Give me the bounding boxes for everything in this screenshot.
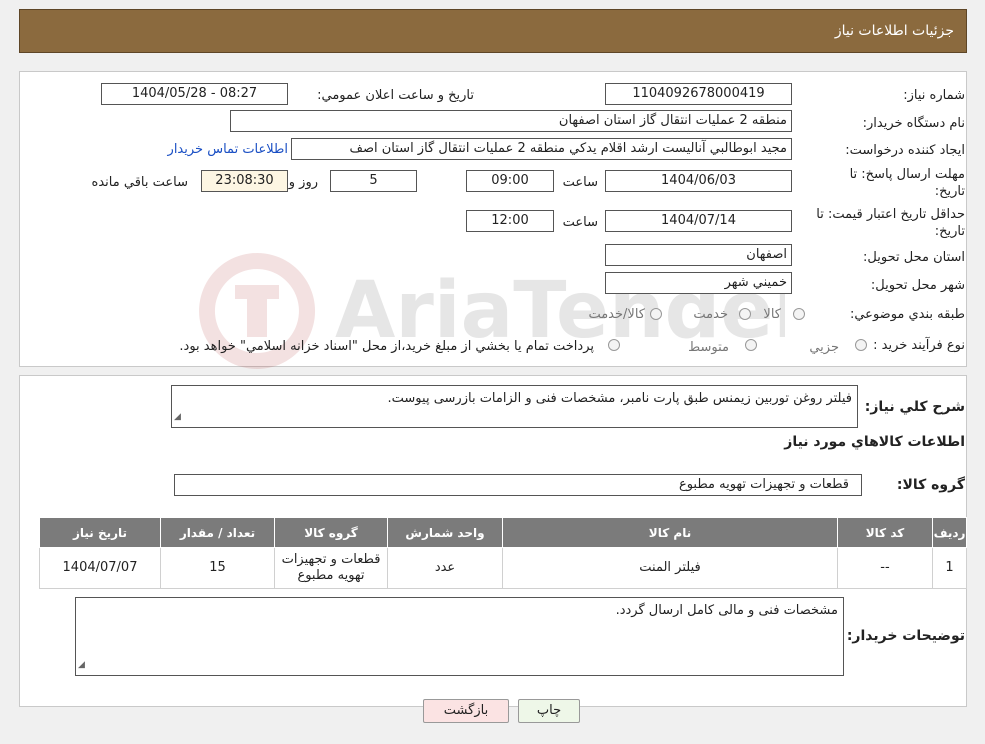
process-radio-treasury[interactable] [608, 339, 620, 351]
col-header-row-number: رديف [932, 517, 967, 548]
cell-need-date: 1404/07/07 [39, 547, 161, 589]
cell-quantity: 15 [160, 547, 275, 589]
deadline-time-field: 09:00 [466, 170, 554, 192]
days-field: 5 [330, 170, 417, 192]
items-table: رديف كد كالا نام كالا واحد شمارش گروه كا… [39, 517, 967, 589]
city-field: خميني شهر [605, 272, 792, 294]
validity-date-field: 1404/07/14 [605, 210, 792, 232]
validity-label-line1: حداقل تاريخ اعتبار قيمت: تا [816, 207, 965, 222]
need-number-label: شماره نياز: [903, 88, 965, 103]
col-header-unit: واحد شمارش [387, 517, 503, 548]
process-label: نوع فرآيند خريد : [873, 338, 965, 353]
deadline-time-label: ساعت [562, 175, 598, 190]
page-header: جزئیات اطلاعات نیاز [19, 9, 967, 53]
remaining-label: ساعت باقي مانده [91, 175, 188, 190]
announce-field: 1404/05/28 - 08:27 [101, 83, 288, 105]
description-textarea[interactable]: فيلتر روغن توربين زيمنس طبق پارت نامبر، … [171, 385, 858, 428]
table-row: 1 -- فيلتر المنت عدد قطعات و تجهيزات تهو… [39, 547, 967, 589]
process-radio-minor[interactable] [855, 339, 867, 351]
category-radio-service[interactable] [739, 308, 751, 320]
category-radio-goods-service[interactable] [650, 308, 662, 320]
requester-label: ايجاد كننده درخواست: [845, 143, 965, 158]
col-header-goods-group: گروه كالا [274, 517, 388, 548]
category-label: طبقه بندي موضوعي: [849, 307, 965, 322]
page-title: جزئیات اطلاعات نیاز [834, 23, 954, 39]
resize-grip-icon[interactable]: ◢ [78, 657, 85, 674]
process-radio-medium[interactable] [745, 339, 757, 351]
goods-group-label: گروه كالا: [896, 477, 965, 493]
category-option-goods: كالا [763, 307, 781, 322]
category-radio-goods[interactable] [793, 308, 805, 320]
validity-time-label: ساعت [562, 215, 598, 230]
process-note: پرداخت تمام يا بخشي از مبلغ خريد،از محل … [179, 339, 594, 354]
process-option-medium: متوسط [688, 340, 729, 355]
buyer-org-field: منطقه 2 عمليات انتقال گاز استان اصفهان [230, 110, 792, 132]
print-button[interactable]: چاپ [518, 699, 580, 723]
deadline-label: مهلت ارسال پاسخ: تا تاريخ: [850, 166, 965, 200]
back-button[interactable]: بازگشت [423, 699, 509, 723]
goods-group-field: قطعات و تجهيزات تهويه مطبوع [174, 474, 862, 496]
col-header-goods-code: كد كالا [837, 517, 933, 548]
cell-goods-code: -- [837, 547, 933, 589]
cell-unit: عدد [387, 547, 503, 589]
requester-field: مجيد ابوطالبي آناليست ارشد اقلام يدكي من… [291, 138, 792, 160]
table-header-row: رديف كد كالا نام كالا واحد شمارش گروه كا… [39, 517, 967, 548]
process-option-minor: جزيي [809, 340, 839, 355]
col-header-need-date: تاريخ نياز [39, 517, 161, 548]
cell-goods-name: فيلتر المنت [502, 547, 838, 589]
deadline-date-field: 1404/06/03 [605, 170, 792, 192]
col-header-goods-name: نام كالا [502, 517, 838, 548]
buyer-notes-text: مشخصات فنی و مالی کامل ارسال گردد. [615, 603, 838, 618]
deadline-label-line1: مهلت ارسال پاسخ: تا [849, 167, 965, 182]
city-label: شهر محل تحويل: [870, 278, 965, 293]
description-label: شرح كلي نياز: [864, 399, 965, 415]
buyer-notes-textarea[interactable]: مشخصات فنی و مالی کامل ارسال گردد. ◢ [75, 597, 844, 676]
remaining-time-field: 23:08:30 [201, 170, 288, 192]
deadline-label-line2: تاريخ: [934, 184, 965, 199]
province-label: استان محل تحويل: [863, 250, 965, 265]
cell-row-number: 1 [932, 547, 967, 589]
cell-goods-group: قطعات و تجهيزات تهويه مطبوع [274, 547, 388, 589]
description-text: فيلتر روغن توربين زيمنس طبق پارت نامبر، … [387, 391, 852, 406]
col-header-quantity: تعداد / مقدار [160, 517, 275, 548]
province-field: اصفهان [605, 244, 792, 266]
resize-grip-icon[interactable]: ◢ [174, 409, 181, 426]
validity-time-field: 12:00 [466, 210, 554, 232]
buyer-notes-label: توضيحات خريدار: [846, 628, 965, 644]
validity-label: حداقل تاريخ اعتبار قيمت: تا تاريخ: [816, 206, 965, 240]
announce-label: تاريخ و ساعت اعلان عمومي: [317, 88, 474, 103]
contact-info-link[interactable]: اطلاعات تماس خريدار [168, 141, 288, 158]
days-label: روز و [288, 175, 318, 190]
need-number-field: 1104092678000419 [605, 83, 792, 105]
buyer-org-label: نام دستگاه خريدار: [862, 116, 965, 131]
goods-info-title: اطلاعات كالاهاي مورد نياز [784, 434, 965, 450]
category-option-service: خدمت [693, 307, 728, 322]
category-option-goods-service: كالا/خدمت [588, 307, 645, 322]
validity-label-line2: تاريخ: [934, 224, 965, 239]
